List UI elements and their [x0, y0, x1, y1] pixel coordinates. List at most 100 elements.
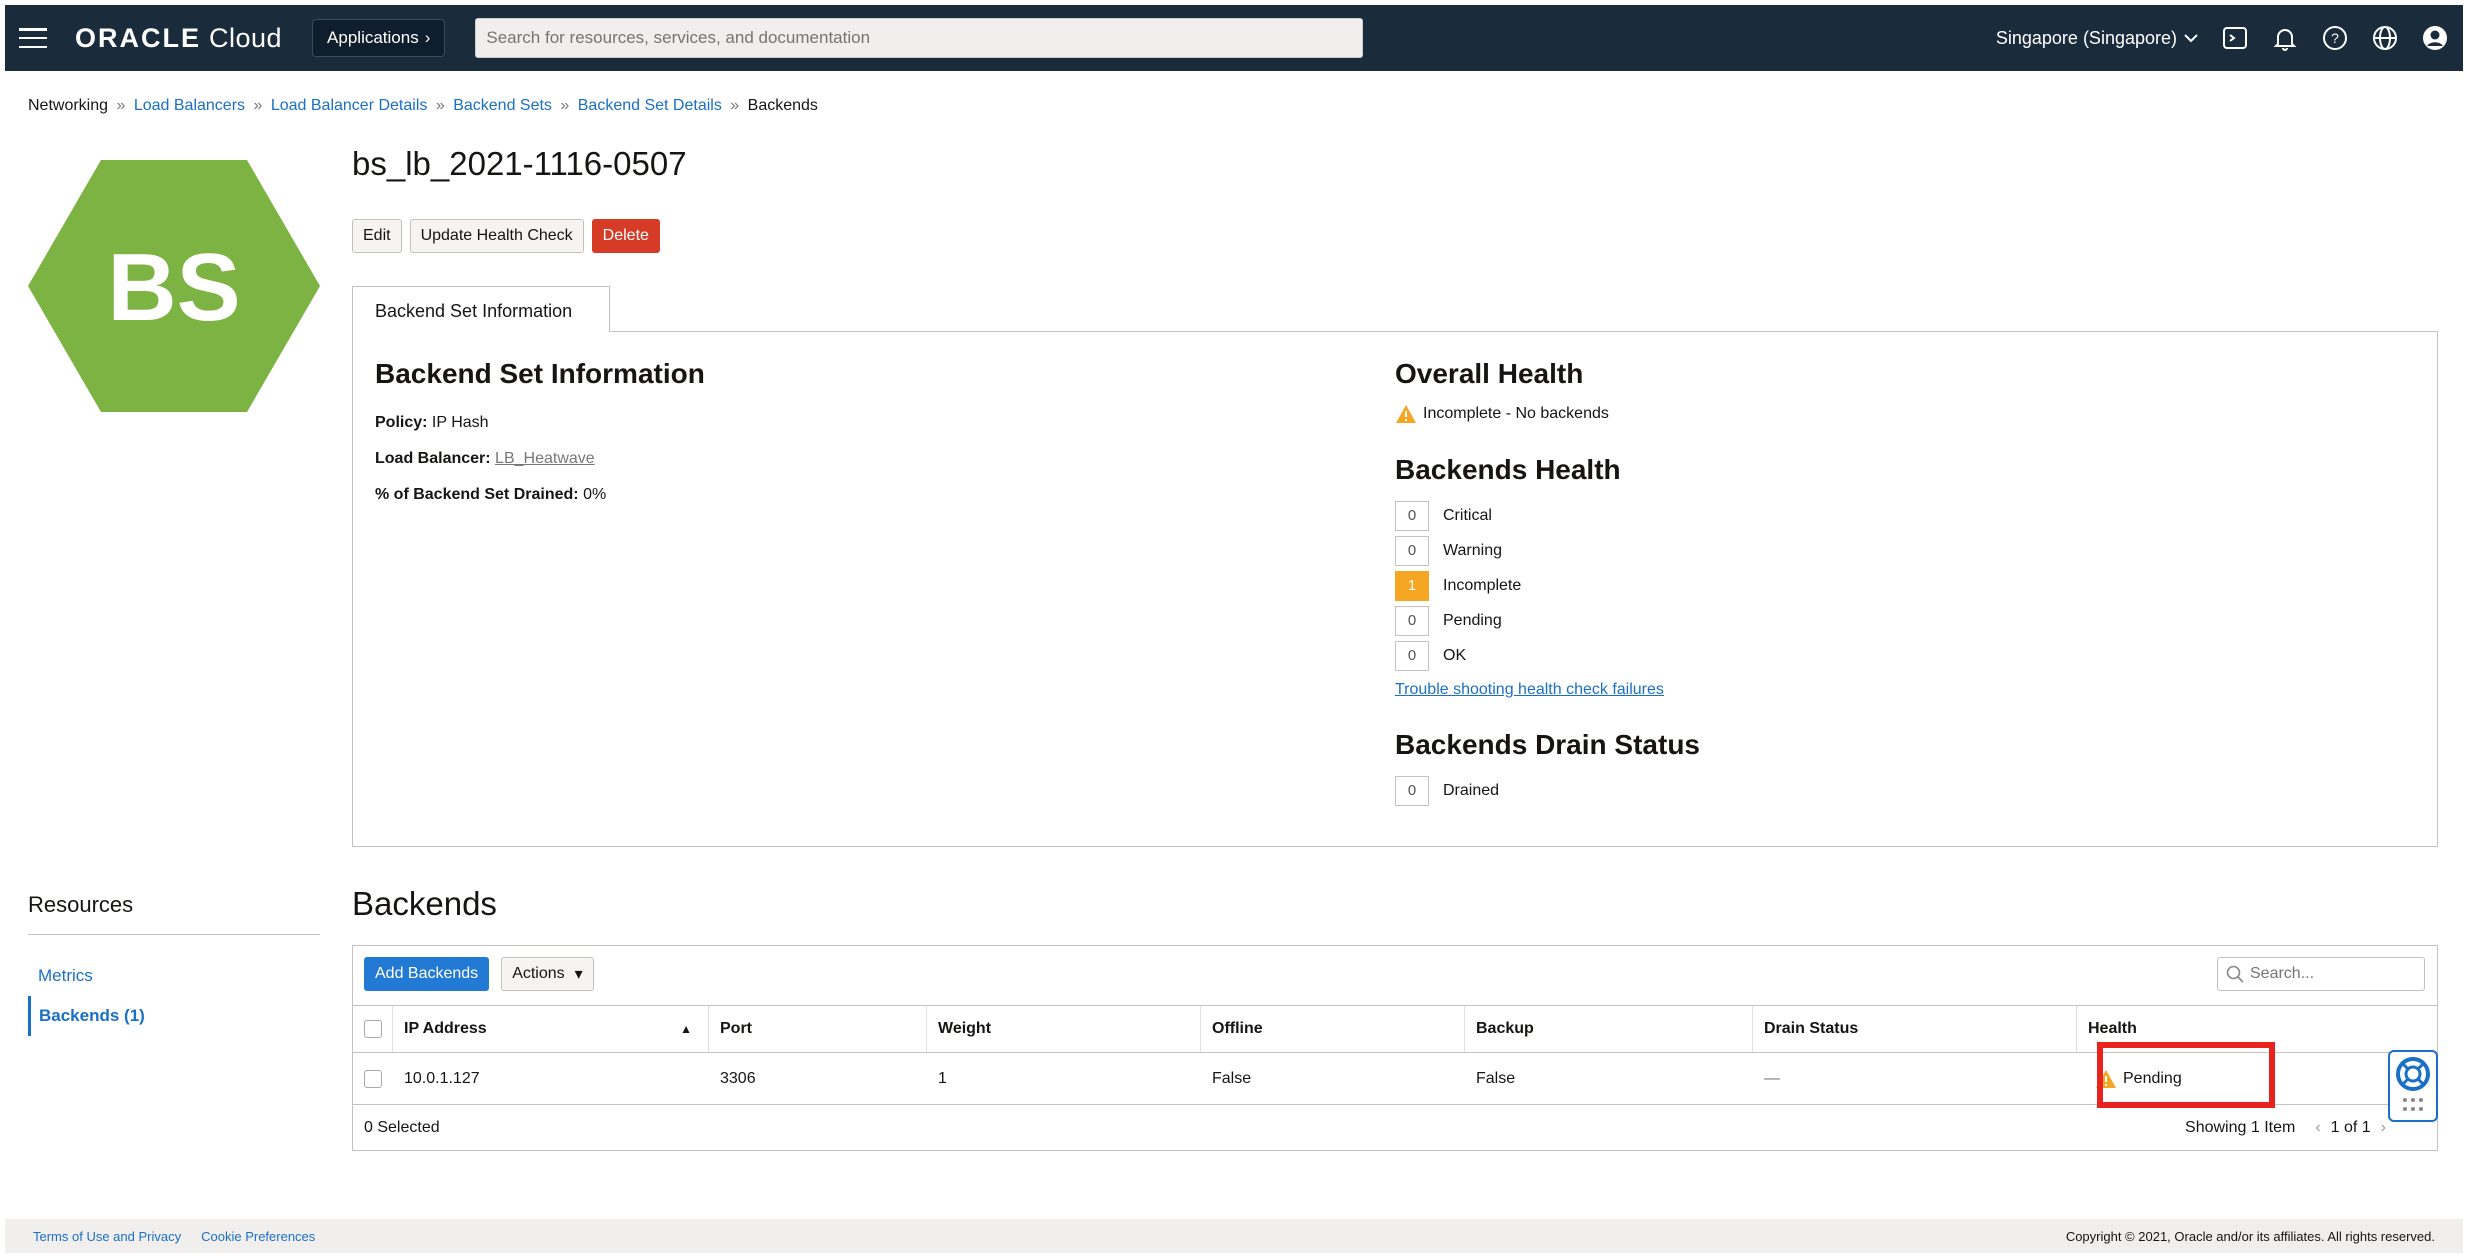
backends-table: Add Backends Actions ▾ IP Address ▲ Port… [352, 945, 2438, 1151]
delete-button[interactable]: Delete [591, 219, 660, 253]
global-search-input[interactable] [475, 18, 1364, 58]
lifebuoy-icon [2396, 1057, 2430, 1091]
terms-link[interactable]: Terms of Use and Privacy [33, 1229, 181, 1244]
region-selector[interactable]: Singapore (Singapore) [1996, 28, 2199, 49]
breadcrumb-networking: Networking [28, 97, 109, 114]
table-search[interactable] [2217, 957, 2425, 991]
cell-backup: False [1476, 1069, 1516, 1087]
backends-title: Backends [352, 885, 497, 922]
drained-field: % of Backend Set Drained: 0% [375, 486, 607, 503]
add-backends-button[interactable]: Add Backends [364, 957, 490, 991]
caret-down-icon: ▾ [574, 966, 583, 983]
page-actions: Edit Update Health Check Delete [352, 219, 660, 253]
count-badge: 1 [1395, 570, 1429, 601]
table-toolbar: Add Backends Actions ▾ [364, 957, 594, 991]
highlight-annotation-box [2097, 1042, 2275, 1108]
row-checkbox[interactable] [364, 1069, 382, 1088]
search-icon [2226, 965, 2244, 983]
overall-health-heading: Overall Health [1395, 358, 1584, 389]
hamburger-menu-icon[interactable] [19, 28, 47, 48]
load-balancer-field: Load Balancer: LB_Heatwave [375, 450, 595, 467]
health-critical: 0 Critical [1395, 498, 1700, 533]
pagination: Showing 1 Item ‹ 1 of 1 › [2185, 1119, 2426, 1137]
breadcrumb: Networking » Load Balancers » Load Balan… [28, 97, 818, 114]
troubleshooting-link[interactable]: Trouble shooting health check failures [1395, 681, 1700, 699]
info-left-column: Backend Set Information Policy: IP Hash … [375, 358, 705, 504]
svg-text:?: ? [2331, 30, 2339, 46]
load-balancer-link[interactable]: LB_Heatwave [495, 450, 595, 467]
copyright-text: Copyright © 2021, Oracle and/or its affi… [2065, 1228, 2435, 1244]
policy-field: Policy: IP Hash [375, 414, 489, 431]
info-right-column: Overall Health Incomplete - No backends … [1395, 358, 1700, 808]
table-footer: 0 Selected Showing 1 Item ‹ 1 of 1 › [353, 1105, 2437, 1151]
count-badge: 0 [1395, 535, 1429, 566]
count-badge: 0 [1395, 775, 1429, 806]
drag-handle-icon[interactable] [2401, 1096, 2425, 1114]
table-search-input[interactable] [2250, 965, 2410, 983]
column-offline[interactable]: Offline [1201, 1006, 1465, 1052]
selected-count: 0 Selected [364, 1119, 440, 1136]
hex-logo-text: BS [107, 234, 240, 341]
backends-health-heading: Backends Health [1395, 454, 1621, 485]
globe-icon[interactable] [2371, 24, 2399, 52]
chevron-left-icon[interactable]: ‹ [2315, 1119, 2320, 1137]
page-indicator: 1 of 1 [2330, 1119, 2371, 1136]
sidebar-item-backends[interactable]: Backends (1) [28, 996, 145, 1036]
user-icon[interactable] [2421, 24, 2449, 52]
breadcrumb-load-balancer-details[interactable]: Load Balancer Details [271, 97, 428, 114]
row-select-cell [353, 1053, 393, 1104]
region-label: Singapore (Singapore) [1995, 27, 2177, 48]
help-support-widget[interactable] [2388, 1050, 2438, 1122]
cell-ip: 10.0.1.127 [404, 1069, 480, 1087]
backends-health-list: 0 Critical 0 Warning 1 Incomplete 0 Pend… [1395, 498, 1700, 673]
health-ok: 0 OK [1395, 638, 1700, 673]
sort-ascending-icon: ▲ [680, 1022, 692, 1036]
info-heading: Backend Set Information [375, 358, 705, 389]
page-footer: Terms of Use and Privacy Cookie Preferen… [5, 1219, 2463, 1253]
showing-count: Showing 1 Item [2185, 1119, 2296, 1136]
drain-status-row: 0 Drained [1395, 773, 1700, 808]
cookie-preferences-link[interactable]: Cookie Preferences [201, 1229, 315, 1244]
sidebar-item-metrics[interactable]: Metrics [28, 966, 93, 986]
breadcrumb-load-balancers[interactable]: Load Balancers [134, 97, 245, 114]
column-backup[interactable]: Backup [1465, 1006, 1753, 1052]
cell-offline: False [1212, 1069, 1252, 1087]
breadcrumb-backend-set-details[interactable]: Backend Set Details [578, 97, 722, 114]
column-drain-status[interactable]: Drain Status [1753, 1006, 2077, 1052]
oracle-cloud-logo[interactable]: ORACLE Cloud [75, 23, 282, 54]
help-icon[interactable]: ? [2321, 24, 2349, 52]
breadcrumb-current: Backends [747, 97, 818, 114]
actions-dropdown[interactable]: Actions ▾ [501, 957, 594, 991]
tab-backend-set-information[interactable]: Backend Set Information [352, 286, 610, 332]
select-all-checkbox[interactable] [364, 1020, 382, 1038]
column-port[interactable]: Port [709, 1006, 927, 1052]
chevron-right-icon[interactable]: › [2381, 1119, 2386, 1137]
chevron-down-icon [2184, 34, 2198, 43]
health-incomplete: 1 Incomplete [1395, 568, 1700, 603]
update-health-check-button[interactable]: Update Health Check [409, 219, 584, 253]
overall-health-status: Incomplete - No backends [1395, 404, 1700, 424]
health-warning: 0 Warning [1395, 533, 1700, 568]
count-badge: 0 [1395, 640, 1429, 671]
health-pending: 0 Pending [1395, 603, 1700, 638]
backend-set-hex-icon: BS [28, 160, 320, 412]
edit-button[interactable]: Edit [352, 219, 402, 253]
cell-drain-status: — [1764, 1069, 1780, 1087]
drain-status-heading: Backends Drain Status [1395, 729, 1700, 760]
warning-icon [1396, 405, 1416, 423]
count-badge: 0 [1395, 605, 1429, 636]
brand-oracle: ORACLE [75, 22, 201, 53]
breadcrumb-backend-sets[interactable]: Backend Sets [453, 97, 552, 114]
brand-cloud: Cloud [209, 22, 283, 53]
applications-button[interactable]: Applications › [312, 19, 446, 57]
page-title: bs_lb_2021-1116-0507 [352, 145, 687, 182]
policy-value: IP Hash [431, 414, 489, 431]
cell-port: 3306 [720, 1069, 756, 1087]
column-weight[interactable]: Weight [927, 1006, 1201, 1052]
bell-icon[interactable] [2271, 24, 2299, 52]
cloud-shell-icon[interactable] [2221, 24, 2249, 52]
divider [28, 934, 320, 935]
column-ip-address[interactable]: IP Address ▲ [393, 1006, 709, 1052]
backend-set-info-panel: Backend Set Information Policy: IP Hash … [352, 331, 2438, 847]
cell-weight: 1 [938, 1069, 947, 1087]
